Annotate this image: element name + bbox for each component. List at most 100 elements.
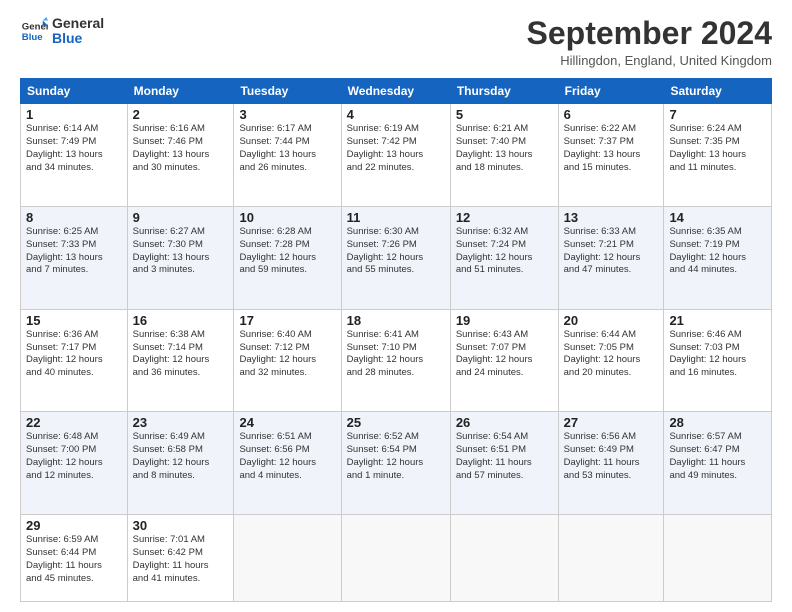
logo: General Blue General Blue: [20, 16, 104, 47]
day-number: 12: [456, 210, 553, 225]
day-number: 19: [456, 313, 553, 328]
table-row: 23Sunrise: 6:49 AM Sunset: 6:58 PM Dayli…: [127, 412, 234, 515]
day-info: Sunrise: 6:30 AM Sunset: 7:26 PM Dayligh…: [347, 226, 445, 277]
table-row: 11Sunrise: 6:30 AM Sunset: 7:26 PM Dayli…: [341, 206, 450, 309]
day-info: Sunrise: 6:46 AM Sunset: 7:03 PM Dayligh…: [669, 329, 766, 380]
day-number: 17: [239, 313, 335, 328]
day-number: 26: [456, 415, 553, 430]
day-number: 27: [564, 415, 659, 430]
day-info: Sunrise: 6:33 AM Sunset: 7:21 PM Dayligh…: [564, 226, 659, 277]
table-row: 16Sunrise: 6:38 AM Sunset: 7:14 PM Dayli…: [127, 309, 234, 412]
day-number: 22: [26, 415, 122, 430]
table-row: 17Sunrise: 6:40 AM Sunset: 7:12 PM Dayli…: [234, 309, 341, 412]
table-row: 20Sunrise: 6:44 AM Sunset: 7:05 PM Dayli…: [558, 309, 664, 412]
logo-icon: General Blue: [20, 17, 48, 45]
table-row: 21Sunrise: 6:46 AM Sunset: 7:03 PM Dayli…: [664, 309, 772, 412]
table-row: 12Sunrise: 6:32 AM Sunset: 7:24 PM Dayli…: [450, 206, 558, 309]
table-row: 15Sunrise: 6:36 AM Sunset: 7:17 PM Dayli…: [21, 309, 128, 412]
title-area: September 2024 Hillingdon, England, Unit…: [527, 16, 772, 68]
day-number: 10: [239, 210, 335, 225]
day-info: Sunrise: 6:48 AM Sunset: 7:00 PM Dayligh…: [26, 431, 122, 482]
day-number: 4: [347, 107, 445, 122]
header-thursday: Thursday: [450, 79, 558, 104]
table-row: [450, 515, 558, 602]
table-row: 5Sunrise: 6:21 AM Sunset: 7:40 PM Daylig…: [450, 104, 558, 207]
day-info: Sunrise: 6:51 AM Sunset: 6:56 PM Dayligh…: [239, 431, 335, 482]
day-number: 16: [133, 313, 229, 328]
logo-text-general: General: [52, 16, 104, 31]
day-info: Sunrise: 6:36 AM Sunset: 7:17 PM Dayligh…: [26, 329, 122, 380]
table-row: 24Sunrise: 6:51 AM Sunset: 6:56 PM Dayli…: [234, 412, 341, 515]
header-friday: Friday: [558, 79, 664, 104]
day-info: Sunrise: 6:49 AM Sunset: 6:58 PM Dayligh…: [133, 431, 229, 482]
table-row: 26Sunrise: 6:54 AM Sunset: 6:51 PM Dayli…: [450, 412, 558, 515]
day-info: Sunrise: 6:25 AM Sunset: 7:33 PM Dayligh…: [26, 226, 122, 277]
table-row: 30Sunrise: 7:01 AM Sunset: 6:42 PM Dayli…: [127, 515, 234, 602]
day-info: Sunrise: 6:59 AM Sunset: 6:44 PM Dayligh…: [26, 534, 122, 585]
table-row: 6Sunrise: 6:22 AM Sunset: 7:37 PM Daylig…: [558, 104, 664, 207]
day-info: Sunrise: 6:32 AM Sunset: 7:24 PM Dayligh…: [456, 226, 553, 277]
header-sunday: Sunday: [21, 79, 128, 104]
day-number: 1: [26, 107, 122, 122]
day-info: Sunrise: 6:35 AM Sunset: 7:19 PM Dayligh…: [669, 226, 766, 277]
day-number: 11: [347, 210, 445, 225]
day-info: Sunrise: 6:54 AM Sunset: 6:51 PM Dayligh…: [456, 431, 553, 482]
month-title: September 2024: [527, 16, 772, 51]
day-info: Sunrise: 6:19 AM Sunset: 7:42 PM Dayligh…: [347, 123, 445, 174]
day-info: Sunrise: 6:56 AM Sunset: 6:49 PM Dayligh…: [564, 431, 659, 482]
table-row: 14Sunrise: 6:35 AM Sunset: 7:19 PM Dayli…: [664, 206, 772, 309]
calendar-header-row: Sunday Monday Tuesday Wednesday Thursday…: [21, 79, 772, 104]
table-row: 3Sunrise: 6:17 AM Sunset: 7:44 PM Daylig…: [234, 104, 341, 207]
table-row: 27Sunrise: 6:56 AM Sunset: 6:49 PM Dayli…: [558, 412, 664, 515]
table-row: [664, 515, 772, 602]
table-row: 29Sunrise: 6:59 AM Sunset: 6:44 PM Dayli…: [21, 515, 128, 602]
day-number: 14: [669, 210, 766, 225]
day-number: 13: [564, 210, 659, 225]
day-info: Sunrise: 6:41 AM Sunset: 7:10 PM Dayligh…: [347, 329, 445, 380]
day-info: Sunrise: 6:43 AM Sunset: 7:07 PM Dayligh…: [456, 329, 553, 380]
table-row: 1Sunrise: 6:14 AM Sunset: 7:49 PM Daylig…: [21, 104, 128, 207]
day-number: 15: [26, 313, 122, 328]
table-row: [341, 515, 450, 602]
table-row: 28Sunrise: 6:57 AM Sunset: 6:47 PM Dayli…: [664, 412, 772, 515]
day-number: 30: [133, 518, 229, 533]
day-info: Sunrise: 6:27 AM Sunset: 7:30 PM Dayligh…: [133, 226, 229, 277]
day-number: 5: [456, 107, 553, 122]
day-number: 6: [564, 107, 659, 122]
day-info: Sunrise: 6:57 AM Sunset: 6:47 PM Dayligh…: [669, 431, 766, 482]
table-row: 25Sunrise: 6:52 AM Sunset: 6:54 PM Dayli…: [341, 412, 450, 515]
header: General Blue General Blue September 2024…: [20, 16, 772, 68]
header-saturday: Saturday: [664, 79, 772, 104]
day-info: Sunrise: 6:22 AM Sunset: 7:37 PM Dayligh…: [564, 123, 659, 174]
day-number: 23: [133, 415, 229, 430]
calendar-table: Sunday Monday Tuesday Wednesday Thursday…: [20, 78, 772, 602]
day-info: Sunrise: 6:21 AM Sunset: 7:40 PM Dayligh…: [456, 123, 553, 174]
table-row: 4Sunrise: 6:19 AM Sunset: 7:42 PM Daylig…: [341, 104, 450, 207]
day-info: Sunrise: 6:52 AM Sunset: 6:54 PM Dayligh…: [347, 431, 445, 482]
table-row: [234, 515, 341, 602]
logo-text-blue: Blue: [52, 31, 104, 46]
day-info: Sunrise: 6:24 AM Sunset: 7:35 PM Dayligh…: [669, 123, 766, 174]
day-number: 7: [669, 107, 766, 122]
day-info: Sunrise: 6:16 AM Sunset: 7:46 PM Dayligh…: [133, 123, 229, 174]
table-row: 7Sunrise: 6:24 AM Sunset: 7:35 PM Daylig…: [664, 104, 772, 207]
day-number: 3: [239, 107, 335, 122]
calendar-page: General Blue General Blue September 2024…: [0, 0, 792, 612]
table-row: 8Sunrise: 6:25 AM Sunset: 7:33 PM Daylig…: [21, 206, 128, 309]
table-row: 9Sunrise: 6:27 AM Sunset: 7:30 PM Daylig…: [127, 206, 234, 309]
day-number: 28: [669, 415, 766, 430]
day-number: 18: [347, 313, 445, 328]
day-info: Sunrise: 6:14 AM Sunset: 7:49 PM Dayligh…: [26, 123, 122, 174]
svg-text:Blue: Blue: [22, 32, 43, 43]
day-number: 29: [26, 518, 122, 533]
day-info: Sunrise: 6:17 AM Sunset: 7:44 PM Dayligh…: [239, 123, 335, 174]
header-tuesday: Tuesday: [234, 79, 341, 104]
table-row: 18Sunrise: 6:41 AM Sunset: 7:10 PM Dayli…: [341, 309, 450, 412]
day-number: 2: [133, 107, 229, 122]
header-wednesday: Wednesday: [341, 79, 450, 104]
day-info: Sunrise: 6:40 AM Sunset: 7:12 PM Dayligh…: [239, 329, 335, 380]
day-info: Sunrise: 6:44 AM Sunset: 7:05 PM Dayligh…: [564, 329, 659, 380]
table-row: 2Sunrise: 6:16 AM Sunset: 7:46 PM Daylig…: [127, 104, 234, 207]
table-row: 13Sunrise: 6:33 AM Sunset: 7:21 PM Dayli…: [558, 206, 664, 309]
table-row: 10Sunrise: 6:28 AM Sunset: 7:28 PM Dayli…: [234, 206, 341, 309]
